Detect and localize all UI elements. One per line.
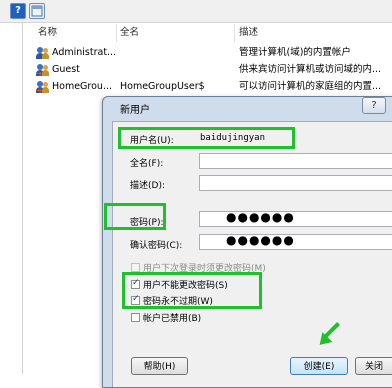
close-button[interactable]: 关闭 bbox=[355, 357, 392, 375]
user-icon bbox=[36, 64, 50, 76]
user-description-cell: 可以访问计算机的家庭组的内置... bbox=[239, 81, 382, 92]
password-highlight bbox=[104, 203, 166, 230]
column-header-fullname[interactable]: 全名 bbox=[120, 24, 139, 42]
column-divider[interactable] bbox=[234, 24, 235, 42]
column-header-description[interactable]: 描述 bbox=[239, 24, 258, 42]
must-change-password-checkbox[interactable] bbox=[131, 263, 140, 272]
user-name-cell: Guest bbox=[52, 64, 80, 75]
user-fullname-cell: HomeGroupUser$ bbox=[120, 81, 205, 92]
fullname-input[interactable] bbox=[199, 153, 392, 169]
dialog-help-button[interactable]: ? bbox=[362, 97, 386, 114]
toolbar bbox=[0, 0, 392, 23]
user-description-cell: 管理计算机(域)的内置帐户 bbox=[239, 47, 351, 58]
create-button[interactable]: 创建(E) bbox=[290, 357, 348, 375]
user-icon bbox=[36, 81, 50, 93]
help-button[interactable]: 帮助(H) bbox=[131, 357, 188, 375]
account-disabled-checkbox[interactable] bbox=[131, 313, 140, 322]
table-row[interactable]: Guest 供来宾访问计算机或访问域的内... bbox=[36, 62, 386, 78]
fullname-label: 全名(F): bbox=[130, 159, 164, 169]
description-label: 描述(D): bbox=[130, 181, 165, 191]
column-header-name[interactable]: 名称 bbox=[38, 24, 57, 42]
user-name-cell: HomeGrou... bbox=[52, 81, 113, 92]
column-divider[interactable] bbox=[116, 24, 117, 42]
view-icon[interactable] bbox=[29, 3, 45, 19]
user-name-cell: Administrat... bbox=[52, 47, 117, 58]
user-description-cell: 供来宾访问计算机或访问域的内... bbox=[239, 64, 382, 75]
password-input[interactable]: ●●●●●● bbox=[226, 210, 295, 224]
account-disabled-label: 帐户已禁用(B) bbox=[143, 314, 202, 324]
left-navigation-panel bbox=[0, 23, 23, 374]
confirm-password-input[interactable]: ●●●●●● bbox=[226, 233, 295, 247]
dialog-title: 新用户 bbox=[120, 105, 150, 116]
table-row[interactable]: Administrat... 管理计算机(域)的内置帐户 bbox=[36, 45, 386, 61]
description-input[interactable] bbox=[199, 175, 392, 191]
confirm-password-label: 确认密码(C): bbox=[130, 241, 183, 251]
table-row[interactable]: HomeGrou... HomeGroupUser$ 可以访问计算机的家庭组的内… bbox=[36, 79, 386, 95]
options-highlight bbox=[122, 272, 262, 309]
user-icon bbox=[36, 47, 50, 59]
help-icon[interactable]: ? bbox=[10, 3, 26, 19]
username-highlight bbox=[118, 127, 295, 149]
